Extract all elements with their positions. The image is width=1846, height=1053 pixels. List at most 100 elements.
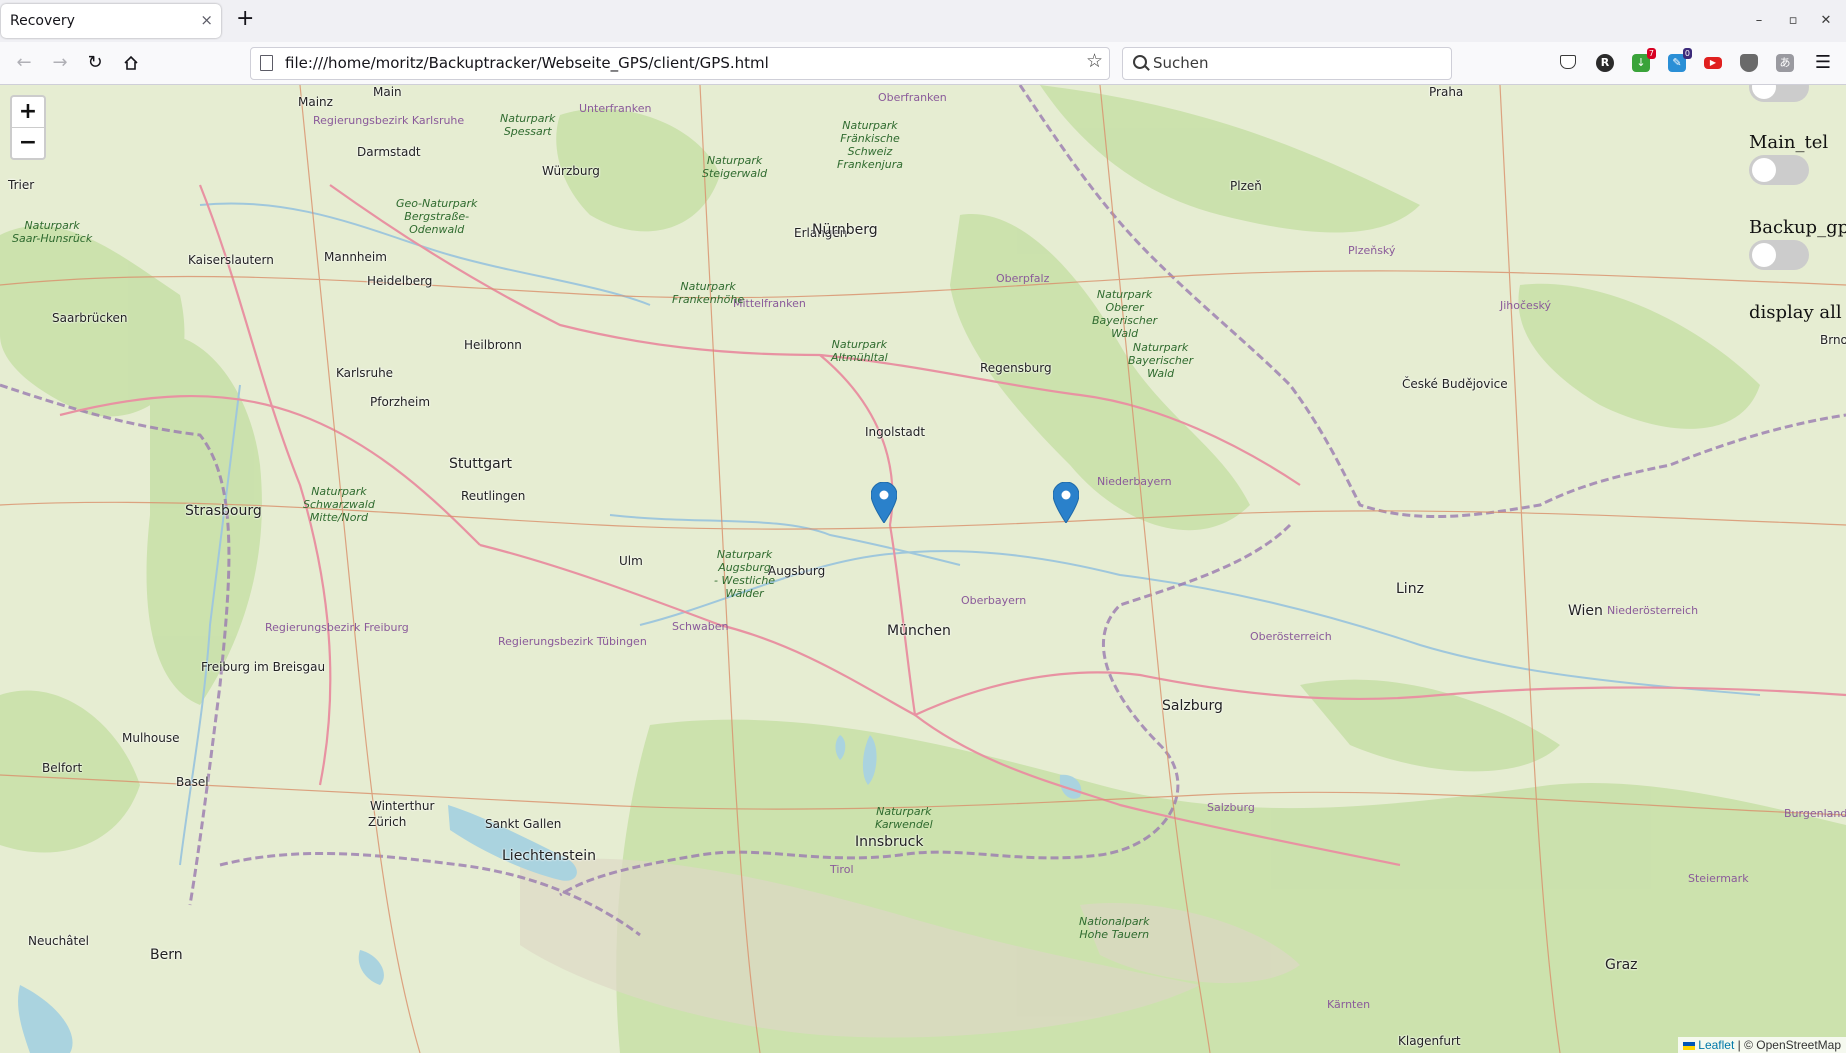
bookmark-star-icon[interactable]: ☆ [1086, 50, 1103, 72]
search-icon [1133, 55, 1147, 69]
toggle-knob [1752, 243, 1776, 267]
place-label: Strasbourg [185, 503, 262, 519]
place-label: Liechtenstein [502, 848, 597, 864]
search-input[interactable] [1151, 51, 1445, 75]
tab-bar: Recovery × + – ▫ ✕ [0, 0, 1846, 42]
tab-close-icon[interactable]: × [200, 11, 213, 29]
toggle-main-tel[interactable] [1749, 155, 1809, 185]
r-extension-icon[interactable]: R [1596, 54, 1614, 72]
place-label: Regierungsbezirk Karlsruhe [313, 114, 465, 127]
place-label: Naturpark Altmühltal [831, 338, 888, 364]
location-marker-1[interactable] [871, 482, 897, 523]
place-label: Bern [150, 947, 183, 963]
place-label: Naturpark Frankenhöhe [672, 280, 745, 306]
place-label: Trier [8, 178, 35, 192]
new-tab-button[interactable]: + [236, 8, 254, 30]
zoom-control: + − [10, 95, 46, 160]
clipboard-extension-icon[interactable]: ✎ 0 [1668, 48, 1692, 72]
minimize-button[interactable]: – [1748, 10, 1770, 32]
place-label: Main [373, 85, 402, 99]
place-label: Naturpark Saar-Hunsrück [12, 219, 93, 245]
place-label: Ulm [619, 554, 643, 568]
place-label: Niederbayern [1097, 475, 1172, 488]
place-label: Heidelberg [367, 274, 433, 288]
place-label: Neuchâtel [28, 934, 89, 948]
toggle-label-backup-gps: Backup_gps [1749, 217, 1846, 238]
place-label: Mulhouse [122, 731, 180, 745]
toggle-label-display-all: display all [1749, 302, 1842, 323]
toggle-knob [1752, 158, 1776, 182]
youtube-extension-icon[interactable]: ▶ [1704, 57, 1722, 69]
place-label: Kärnten [1327, 998, 1371, 1011]
back-button[interactable]: ← [11, 50, 37, 76]
zoom-in-button[interactable]: + [12, 97, 44, 127]
place-label: Ingolstadt [865, 425, 926, 439]
place-label: Heilbronn [464, 338, 522, 352]
home-button[interactable] [118, 50, 144, 76]
place-label: Nationalpark Hohe Tauern [1079, 915, 1150, 941]
toggle-label-main-tel: Main_tel [1749, 132, 1829, 153]
url-text[interactable]: file:///home/moritz/Backuptracker/Websei… [285, 54, 769, 72]
reload-button[interactable]: ↻ [82, 50, 108, 76]
download-extension-icon[interactable]: ↓ 7 [1632, 48, 1656, 72]
download-badge: 7 [1646, 48, 1656, 59]
place-label: Schwaben [672, 620, 729, 633]
translate-extension-icon[interactable]: あ [1776, 54, 1794, 72]
maximize-button[interactable]: ▫ [1782, 10, 1804, 32]
place-label: Naturpark Bayerischer Wald [1128, 341, 1194, 380]
place-label: Winterthur [370, 799, 435, 813]
place-label: Regensburg [980, 361, 1052, 375]
nav-toolbar: ← → ↻ file:///home/moritz/Backuptracker/… [0, 42, 1846, 85]
toggle-extra[interactable] [1749, 85, 1809, 102]
place-label: Belfort [42, 761, 83, 775]
place-label: Naturpark Karwendel [875, 805, 933, 831]
place-label: Saarbrücken [52, 311, 128, 325]
map-attribution: Leaflet | © OpenStreetMap [1677, 1037, 1846, 1053]
forward-button[interactable]: → [47, 50, 73, 76]
zoom-out-button[interactable]: − [12, 127, 44, 158]
place-label: Steiermark [1688, 872, 1749, 885]
place-label: Naturpark Fränkische Schweiz Frankenjura [837, 119, 903, 171]
place-label: Stuttgart [449, 456, 512, 472]
map-view[interactable]: Oberbayern Niederbayern Oberösterreich Nied… [0, 85, 1846, 1053]
tab-recovery[interactable]: Recovery × [1, 4, 221, 38]
place-label: Jihočeský [1500, 299, 1552, 312]
place-label: Unterfranken [579, 102, 652, 115]
attribution-separator: | [1737, 1038, 1741, 1052]
close-window-button[interactable]: ✕ [1815, 10, 1837, 32]
place-label: Plzeň [1230, 179, 1262, 193]
place-label: Kaiserslautern [188, 253, 274, 267]
place-label: Salzburg [1162, 698, 1223, 714]
clipboard-badge: 0 [1682, 48, 1692, 59]
url-bar[interactable]: file:///home/moritz/Backuptracker/Websei… [250, 47, 1110, 80]
place-label: Naturpark Spessart [500, 112, 556, 138]
place-label: Klagenfurt [1398, 1034, 1461, 1048]
app-menu-icon[interactable]: ☰ [1810, 50, 1836, 76]
shield-extension-icon[interactable] [1740, 54, 1758, 72]
place-label: Regierungsbezirk Tübingen [498, 635, 647, 648]
place-label: Regierungsbezirk Freiburg [265, 621, 409, 634]
toggle-backup-gps[interactable] [1749, 240, 1809, 270]
place-label: Augsburg [768, 564, 826, 578]
place-label: Graz [1605, 957, 1638, 973]
place-label: Mainz [298, 95, 333, 109]
place-label: Oberfranken [878, 91, 947, 104]
toggle-knob [1752, 85, 1776, 99]
place-label: Geo-Naturpark Bergstraße- Odenwald [396, 197, 478, 236]
place-label: Pforzheim [370, 395, 431, 409]
pocket-icon[interactable] [1560, 55, 1576, 69]
search-bar[interactable] [1122, 47, 1452, 80]
place-label: Darmstadt [357, 145, 421, 159]
place-label: Tirol [830, 863, 854, 876]
place-label: Plzeňský [1348, 244, 1396, 257]
place-label: Praha [1429, 85, 1464, 99]
place-label: Niederösterreich [1607, 604, 1699, 617]
leaflet-link[interactable]: Leaflet [1698, 1038, 1734, 1052]
place-label: Nürnberg [812, 222, 878, 238]
location-marker-2[interactable] [1053, 482, 1079, 523]
place-label: Würzburg [542, 164, 600, 178]
osm-attribution[interactable]: © OpenStreetMap [1744, 1038, 1841, 1052]
place-label: Oberbayern [961, 594, 1027, 607]
place-label: Innsbruck [855, 834, 924, 850]
place-label: Basel [176, 775, 209, 789]
